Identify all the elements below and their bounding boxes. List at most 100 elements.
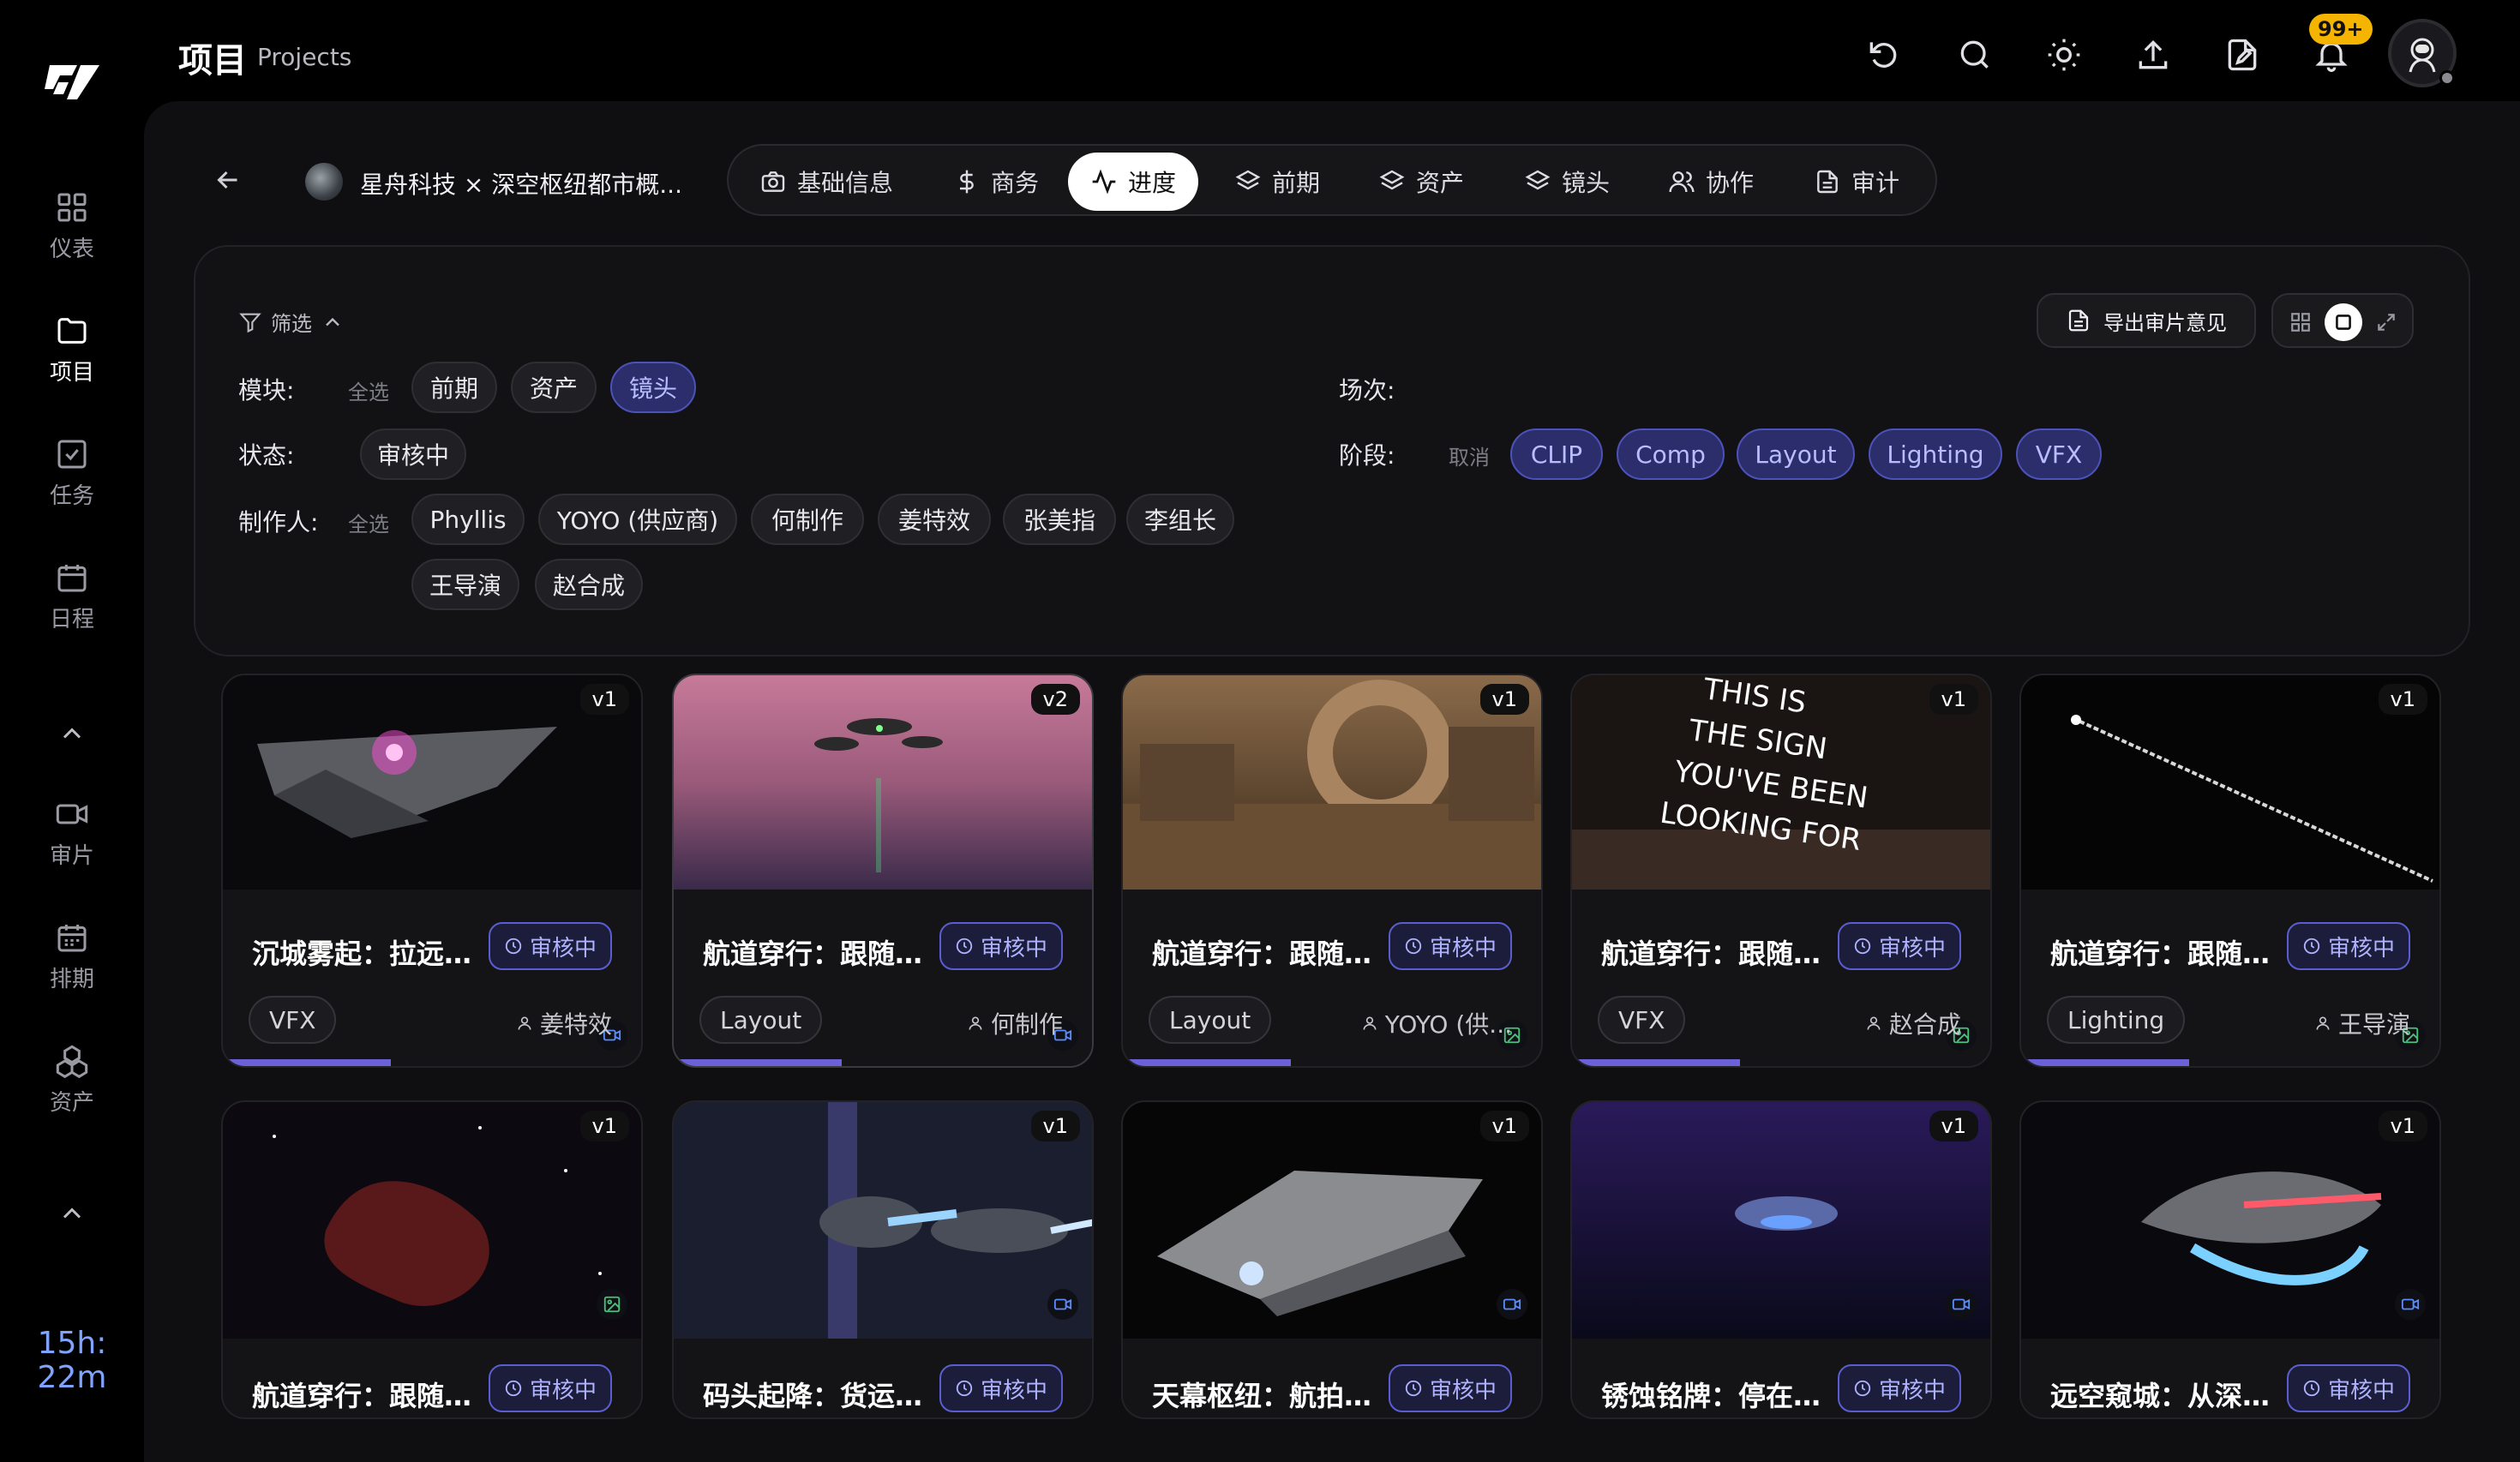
file-edit-icon[interactable] bbox=[2223, 36, 2261, 74]
sidebar-item-projects[interactable]: 项目 bbox=[0, 314, 144, 386]
shot-card[interactable]: v2 航道穿行：跟随... 审核中 Layout 何制作 bbox=[672, 674, 1094, 1068]
project-avatar bbox=[305, 163, 343, 201]
maker-chip[interactable]: 王导演 bbox=[411, 559, 519, 610]
upload-icon[interactable] bbox=[2134, 36, 2172, 74]
shot-card[interactable]: v1 天幕枢纽：航拍... 审核中 bbox=[1121, 1100, 1543, 1419]
shot-card[interactable]: v1 码头起降：货运... 审核中 bbox=[672, 1100, 1094, 1419]
status-label: 审核中 bbox=[980, 935, 1047, 962]
status-badge[interactable]: 审核中 bbox=[939, 922, 1063, 970]
stage-chip-lighting[interactable]: Lighting bbox=[1869, 428, 2002, 480]
search-icon[interactable] bbox=[1956, 36, 1994, 74]
single-view-button[interactable] bbox=[2325, 303, 2362, 341]
grid-view-button[interactable] bbox=[2282, 303, 2319, 341]
status-chip-reviewing[interactable]: 审核中 bbox=[360, 428, 466, 480]
status-label: 审核中 bbox=[529, 1377, 597, 1404]
tab-business[interactable]: 商务 bbox=[931, 153, 1061, 211]
status-badge[interactable]: 审核中 bbox=[488, 922, 612, 970]
status-badge[interactable]: 审核中 bbox=[1388, 922, 1512, 970]
tab-basic-info[interactable]: 基础信息 bbox=[737, 153, 915, 211]
shot-card[interactable]: v1 航道穿行：跟随... 审核中 Lighting 王导演 bbox=[2019, 674, 2441, 1068]
version-badge: v1 bbox=[1929, 1111, 1978, 1141]
fullscreen-button[interactable] bbox=[2367, 303, 2405, 341]
stage-tag: Lighting bbox=[2047, 996, 2186, 1044]
stage-cancel[interactable]: 取消 bbox=[1449, 440, 1490, 470]
shot-thumbnail: THIS IS THE SIGN YOU'VE BEEN LOOKING FOR bbox=[1572, 675, 1990, 890]
stage-chip-vfx[interactable]: VFX bbox=[2016, 428, 2102, 480]
module-chip-preproduction[interactable]: 前期 bbox=[411, 362, 497, 413]
version-badge: v2 bbox=[1030, 684, 1080, 715]
owner: 何制作 bbox=[967, 1006, 1063, 1040]
grid-icon bbox=[57, 193, 87, 222]
status-badge[interactable]: 审核中 bbox=[1388, 1364, 1512, 1412]
shot-name: 远空窥城：从深... bbox=[2050, 1380, 2273, 1412]
shot-card[interactable]: v1 锈蚀铭牌：停在... 审核中 bbox=[1570, 1100, 1992, 1419]
progress-bar bbox=[1123, 1059, 1291, 1066]
sidebar-item-calendar[interactable]: 日程 bbox=[0, 560, 144, 633]
sun-icon[interactable] bbox=[2045, 36, 2083, 74]
shot-name: 沉城雾起：拉远... bbox=[252, 938, 475, 970]
schedule-icon bbox=[57, 925, 87, 952]
status-badge[interactable]: 审核中 bbox=[2286, 922, 2410, 970]
module-chip-shots[interactable]: 镜头 bbox=[610, 362, 696, 413]
shot-thumbnail bbox=[1123, 675, 1541, 890]
chevron-up-icon[interactable] bbox=[57, 718, 87, 749]
shot-card[interactable]: v1 航道穿行：跟随... 审核中 bbox=[221, 1100, 643, 1419]
sidebar-item-schedule[interactable]: 排期 bbox=[0, 920, 144, 993]
notification-badge: 99+ bbox=[2309, 14, 2373, 45]
tab-audit[interactable]: 审计 bbox=[1791, 153, 1922, 211]
owner: 赵合成 bbox=[1865, 1006, 1961, 1040]
sidebar-item-label: 排期 bbox=[49, 967, 94, 992]
status-badge[interactable]: 审核中 bbox=[1837, 922, 1961, 970]
status-badge[interactable]: 审核中 bbox=[1837, 1364, 1961, 1412]
filter-toggle[interactable]: 筛选 bbox=[238, 307, 345, 337]
owner: 王导演 bbox=[2314, 1006, 2410, 1040]
status-badge[interactable]: 审核中 bbox=[939, 1364, 1063, 1412]
sidebar-item-tasks[interactable]: 任务 bbox=[0, 437, 144, 510]
sidebar: 仪表 项目 任务 日程 审片 排期 资产 15h: 22m bbox=[0, 0, 144, 1462]
status-badge[interactable]: 审核中 bbox=[488, 1364, 612, 1412]
maker-chip[interactable]: 姜特效 bbox=[878, 494, 991, 545]
maker-chip[interactable]: 张美指 bbox=[1003, 494, 1116, 545]
tab-preproduction[interactable]: 前期 bbox=[1212, 153, 1342, 211]
chevron-up-icon[interactable] bbox=[57, 1198, 87, 1229]
scene-label: 场次: bbox=[1339, 376, 1395, 404]
assets-icon bbox=[56, 1045, 88, 1078]
maker-chip[interactable]: 何制作 bbox=[751, 494, 864, 545]
tab-label: 前期 bbox=[1272, 169, 1321, 197]
shot-thumbnail bbox=[223, 1102, 641, 1339]
status-badge[interactable]: 审核中 bbox=[2286, 1364, 2410, 1412]
export-review-button[interactable]: 导出审片意见 bbox=[2037, 293, 2256, 348]
version-badge: v1 bbox=[1030, 1111, 1080, 1141]
shot-name: 航道穿行：跟随... bbox=[2050, 938, 2273, 970]
module-chip-assets[interactable]: 资产 bbox=[511, 362, 597, 413]
sidebar-item-review[interactable]: 审片 bbox=[0, 797, 144, 870]
project-name[interactable]: 星舟科技 × 深空枢纽都市概... bbox=[360, 166, 682, 201]
shot-card[interactable]: v1 航道穿行：跟随... 审核中 Layout YOYO (供... bbox=[1121, 674, 1543, 1068]
maker-chip[interactable]: 赵合成 bbox=[535, 559, 643, 610]
sidebar-item-dashboard[interactable]: 仪表 bbox=[0, 190, 144, 263]
refresh-icon[interactable] bbox=[1865, 36, 1903, 74]
tab-label: 协作 bbox=[1706, 169, 1755, 197]
status-label: 审核中 bbox=[1878, 935, 1946, 962]
shot-card[interactable]: THIS IS THE SIGN YOU'VE BEEN LOOKING FOR v1… bbox=[1570, 674, 1992, 1068]
shot-card[interactable]: v1 沉城雾起：拉远... 审核中 VFX 姜特效 bbox=[221, 674, 643, 1068]
stage-chip-layout[interactable]: Layout bbox=[1737, 428, 1855, 480]
stage-chip-comp[interactable]: Comp bbox=[1617, 428, 1725, 480]
maker-select-all[interactable]: 全选 bbox=[348, 507, 389, 537]
back-arrow-icon[interactable] bbox=[213, 165, 243, 195]
stage-tag: VFX bbox=[1598, 996, 1686, 1044]
shot-card[interactable]: v1 远空窥城：从深... 审核中 bbox=[2019, 1100, 2441, 1419]
tab-shots[interactable]: 镜头 bbox=[1502, 153, 1632, 211]
sidebar-item-assets[interactable]: 资产 bbox=[0, 1044, 144, 1117]
maker-chip[interactable]: Phyllis bbox=[411, 494, 525, 545]
module-select-all[interactable]: 全选 bbox=[348, 375, 389, 405]
maker-chip[interactable]: 李组长 bbox=[1126, 494, 1234, 545]
time-tracker[interactable]: 15h: 22m bbox=[0, 1327, 144, 1395]
project-tabs: 基础信息 商务 进度 前期 资产 镜头 协作 审计 bbox=[727, 144, 1937, 216]
maker-chip[interactable]: YOYO (供应商) bbox=[538, 494, 737, 545]
tab-progress[interactable]: 进度 bbox=[1068, 153, 1199, 211]
stage-chip-clip[interactable]: CLIP bbox=[1510, 428, 1603, 480]
version-badge: v1 bbox=[2378, 684, 2427, 715]
tab-assets[interactable]: 资产 bbox=[1356, 153, 1486, 211]
tab-collaboration[interactable]: 协作 bbox=[1646, 153, 1776, 211]
